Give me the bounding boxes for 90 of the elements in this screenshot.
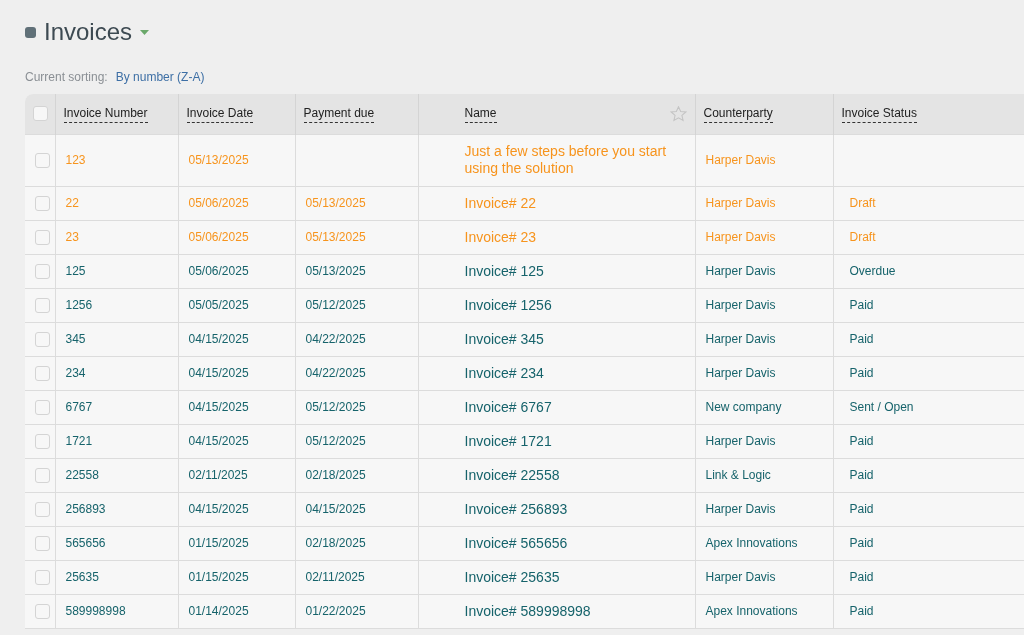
payment-due: 05/13/2025 [305,230,366,244]
invoice-number: 123 [65,153,86,167]
invoice-status: Paid [849,536,874,550]
checkbox[interactable] [35,467,50,483]
invoice-number: 1721 [65,434,93,448]
checkbox[interactable] [35,152,50,168]
counterparty: Harper Davis [705,264,776,278]
invoice-date: 04/15/2025 [188,400,249,414]
invoice-status: Draft [849,196,876,210]
invoice-number: 23 [65,230,79,244]
checkbox[interactable] [35,331,50,347]
checkbox[interactable] [35,501,50,517]
counterparty: New company [705,400,782,414]
counterparty: Harper Davis [705,332,776,346]
checkbox[interactable] [35,297,50,313]
checkbox[interactable] [33,106,48,122]
invoice-status: Paid [849,434,874,448]
payment-due: 02/18/2025 [305,468,366,482]
checkbox[interactable] [35,229,50,245]
payment-due: 05/13/2025 [305,264,366,278]
payment-due: 05/12/2025 [305,434,366,448]
invoice-number: 25635 [65,570,99,584]
column-header[interactable]: Invoice Status [841,104,917,124]
invoice-date: 04/15/2025 [188,366,249,380]
invoice-date: 02/11/2025 [188,468,248,482]
invoice-number: 345 [65,332,86,346]
invoice-status: Paid [849,604,874,618]
counterparty: Harper Davis [705,196,776,210]
sorting-link[interactable]: By number (Z-A) [115,68,205,86]
invoice-date: 01/15/2025 [188,536,249,550]
checkbox[interactable] [35,603,50,619]
counterparty: Harper Davis [705,230,776,244]
checkbox[interactable] [35,399,50,415]
counterparty: Harper Davis [705,502,776,516]
invoice-date: 04/15/2025 [188,332,249,346]
invoice-date: 01/14/2025 [188,604,249,618]
star-icon[interactable] [669,105,687,122]
payment-due: 02/11/2025 [305,570,365,584]
sorting-label: Current sorting: [25,69,108,86]
checkbox[interactable] [35,263,50,279]
payment-due: 02/18/2025 [305,536,366,550]
counterparty: Harper Davis [705,153,776,167]
payment-due: 01/22/2025 [305,604,366,618]
invoice-date: 05/06/2025 [188,230,249,244]
invoice-number: 565656 [65,536,106,550]
invoice-status: Sent / Open [849,400,914,414]
invoice-status: Paid [849,298,874,312]
column-header[interactable]: Name [464,104,497,124]
invoice-number: 256893 [65,502,106,516]
checkbox[interactable] [35,433,50,449]
checkbox[interactable] [35,365,50,381]
counterparty: Harper Davis [705,570,776,584]
invoice-number: 234 [65,366,86,380]
invoice-number: 1256 [65,298,93,312]
payment-due: 05/13/2025 [305,196,366,210]
payment-due: 05/12/2025 [305,298,366,312]
checkbox[interactable] [35,195,50,211]
invoice-number: 6767 [65,400,93,414]
invoice-number: 22558 [65,468,99,482]
counterparty: Link & Logic [705,468,771,482]
counterparty: Harper Davis [705,298,776,312]
invoice-date: 04/15/2025 [188,434,249,448]
checkbox[interactable] [35,569,50,585]
invoice-status: Paid [849,468,874,482]
invoice-number: 589998998 [65,604,126,618]
invoice-date: 05/05/2025 [188,298,249,312]
counterparty: Harper Davis [705,366,776,380]
invoice-date: 01/15/2025 [188,570,249,584]
invoice-status: Paid [849,366,874,380]
invoice-status: Overdue [849,264,896,278]
invoice-date: 04/15/2025 [188,502,249,516]
invoice-date: 05/13/2025 [188,153,249,167]
invoice-number: 125 [65,264,86,278]
invoice-status: Paid [849,570,874,584]
checkbox[interactable] [35,535,50,551]
dropdown-caret-icon[interactable] [140,29,150,35]
payment-due: 04/15/2025 [305,502,366,516]
invoice-date: 05/06/2025 [188,264,249,278]
counterparty: Harper Davis [705,434,776,448]
counterparty: Apex Innovations [705,536,798,550]
invoice-status: Draft [849,230,876,244]
invoice-number: 22 [65,196,79,210]
counterparty: Apex Innovations [705,604,798,618]
invoice-status: Paid [849,502,874,516]
payment-due: 04/22/2025 [305,366,366,380]
payment-due: 04/22/2025 [305,332,366,346]
invoice-status: Paid [849,332,874,346]
payment-due: 05/12/2025 [305,400,366,414]
page-title: Invoices [44,20,133,44]
invoice-date: 05/06/2025 [188,196,249,210]
